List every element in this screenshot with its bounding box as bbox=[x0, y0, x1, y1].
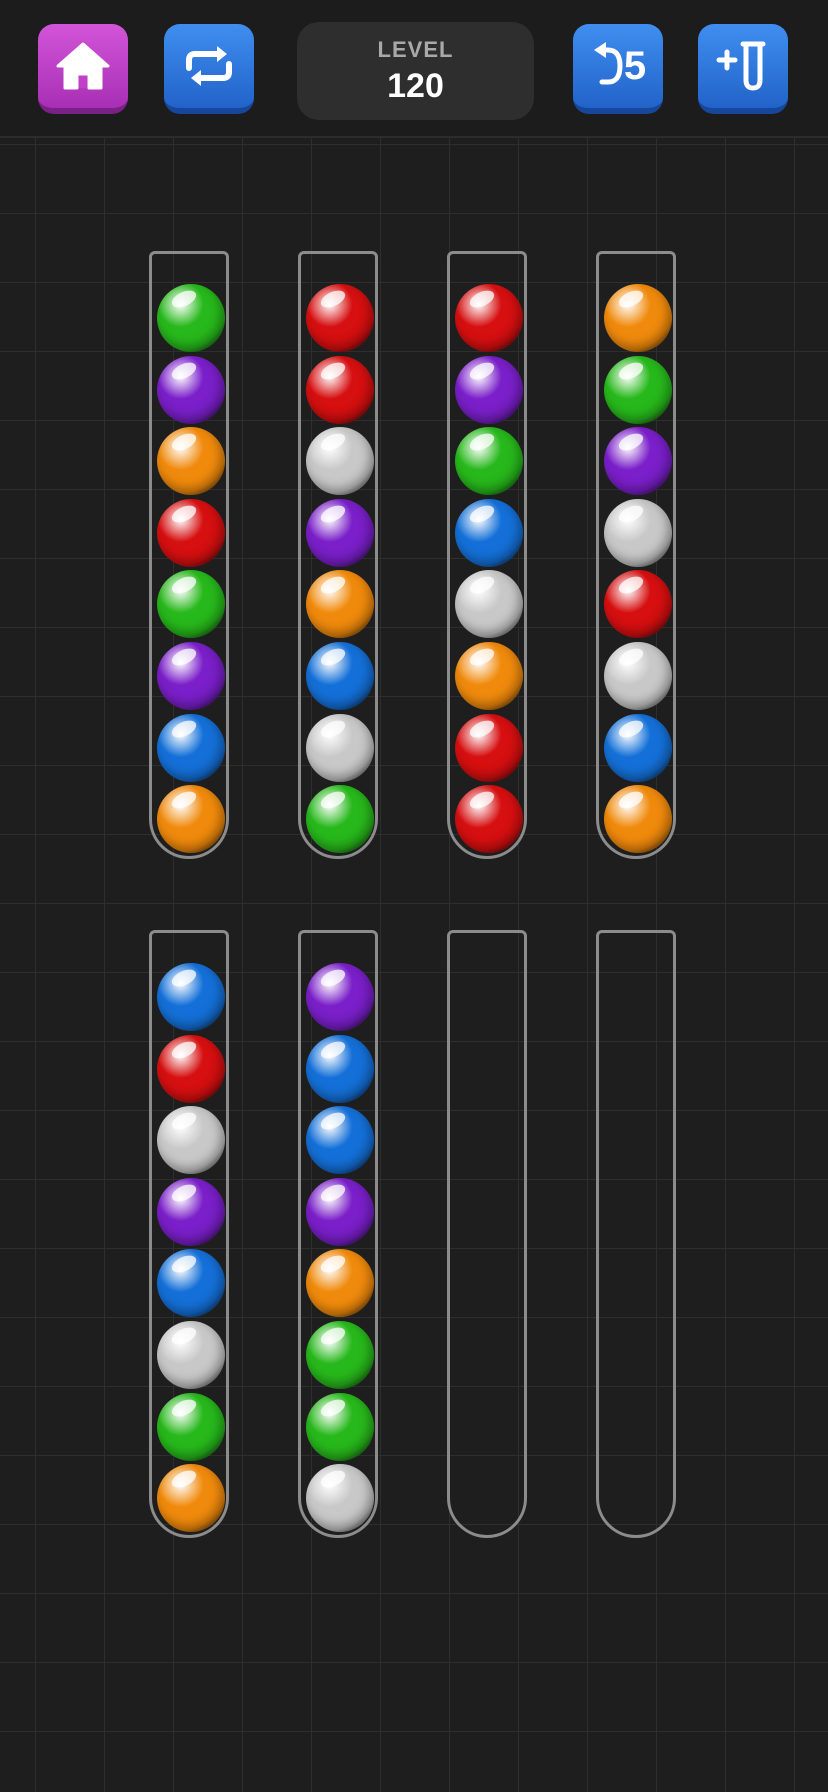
ball-orange bbox=[306, 1249, 374, 1318]
ball-orange bbox=[604, 785, 672, 854]
ball-purple bbox=[157, 355, 225, 424]
ball-green bbox=[306, 785, 374, 854]
ball-blue bbox=[306, 1034, 374, 1103]
repeat-icon bbox=[181, 42, 237, 90]
level-label: LEVEL bbox=[377, 36, 454, 62]
ball-white bbox=[306, 427, 374, 496]
tube-7[interactable] bbox=[447, 930, 527, 1538]
restart-button[interactable] bbox=[164, 24, 254, 114]
ball-purple bbox=[306, 498, 374, 567]
ball-purple bbox=[157, 642, 225, 710]
ball-purple bbox=[604, 427, 672, 496]
undo-button[interactable]: 5 bbox=[573, 24, 663, 114]
ball-orange bbox=[157, 1464, 225, 1533]
ball-white bbox=[306, 1464, 374, 1533]
ball-red bbox=[455, 713, 523, 782]
undo-count: 5 bbox=[623, 43, 647, 88]
ball-red bbox=[306, 355, 374, 424]
tube-1[interactable] bbox=[149, 251, 229, 859]
ball-white bbox=[455, 570, 523, 639]
ball-orange bbox=[157, 427, 225, 496]
ball-purple bbox=[157, 1177, 225, 1246]
ball-orange bbox=[157, 785, 225, 854]
ball-purple bbox=[306, 963, 374, 1031]
ball-red bbox=[157, 498, 225, 567]
level-number: 120 bbox=[387, 66, 444, 105]
ball-blue bbox=[157, 963, 225, 1031]
ball-green bbox=[157, 1392, 225, 1461]
ball-orange bbox=[306, 570, 374, 639]
ball-green bbox=[157, 570, 225, 639]
ball-red bbox=[455, 284, 523, 352]
ball-blue bbox=[157, 713, 225, 782]
ball-blue bbox=[306, 642, 374, 710]
ball-white bbox=[604, 642, 672, 710]
ball-blue bbox=[157, 1249, 225, 1318]
ball-blue bbox=[306, 1106, 374, 1175]
tube-4[interactable] bbox=[596, 251, 676, 859]
add-tube-icon bbox=[715, 38, 771, 94]
home-icon bbox=[54, 40, 112, 92]
ball-green bbox=[157, 284, 225, 352]
tube-2[interactable] bbox=[298, 251, 378, 859]
tube-8[interactable] bbox=[596, 930, 676, 1538]
ball-purple bbox=[306, 1177, 374, 1246]
top-bar: LEVEL 120 5 bbox=[0, 0, 828, 138]
ball-white bbox=[157, 1321, 225, 1389]
ball-red bbox=[157, 1034, 225, 1103]
ball-white bbox=[157, 1106, 225, 1175]
ball-green bbox=[455, 427, 523, 496]
ball-red bbox=[604, 570, 672, 639]
tube-5[interactable] bbox=[149, 930, 229, 1538]
ball-blue bbox=[455, 498, 523, 567]
ball-white bbox=[604, 498, 672, 567]
ball-red bbox=[306, 284, 374, 352]
home-button[interactable] bbox=[38, 24, 128, 114]
tube-3[interactable] bbox=[447, 251, 527, 859]
ball-green bbox=[604, 355, 672, 424]
ball-red bbox=[455, 785, 523, 854]
level-indicator: LEVEL 120 bbox=[297, 22, 534, 120]
ball-orange bbox=[604, 284, 672, 352]
ball-green bbox=[306, 1321, 374, 1389]
add-tube-button[interactable] bbox=[698, 24, 788, 114]
ball-orange bbox=[455, 642, 523, 710]
ball-blue bbox=[604, 713, 672, 782]
ball-purple bbox=[455, 355, 523, 424]
undo-icon bbox=[590, 40, 626, 92]
ball-white bbox=[306, 713, 374, 782]
tube-6[interactable] bbox=[298, 930, 378, 1538]
ball-green bbox=[306, 1392, 374, 1461]
